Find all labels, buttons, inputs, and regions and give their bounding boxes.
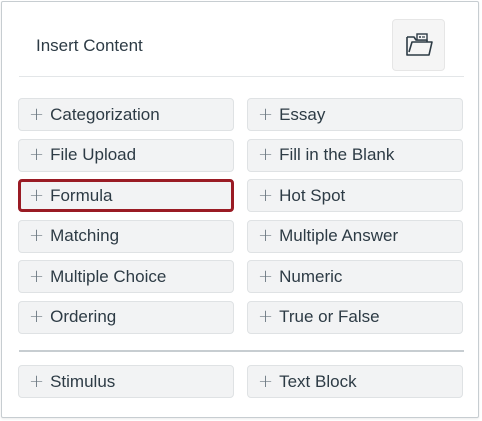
add-fill-in-the-blank-button[interactable]: + Fill in the Blank xyxy=(247,138,463,172)
content-type-label: True or False xyxy=(279,307,380,326)
plus-icon: + xyxy=(258,370,274,392)
add-categorization-button[interactable]: + Categorization xyxy=(18,98,234,131)
panel-title: Insert Content xyxy=(36,36,143,55)
content-type-label: Essay xyxy=(279,104,326,124)
add-file-upload-button[interactable]: + File Upload xyxy=(18,138,234,172)
plus-icon: + xyxy=(29,184,45,206)
content-type-label: Fill in the Blank xyxy=(279,145,395,164)
add-stimulus-button[interactable]: + Stimulus xyxy=(18,365,234,398)
plus-icon: + xyxy=(29,144,45,165)
content-type-label: File Upload xyxy=(50,145,137,164)
folder-icon xyxy=(405,33,433,56)
section-divider xyxy=(19,350,464,352)
add-hot-spot-button[interactable]: + Hot Spot xyxy=(247,179,463,212)
plus-icon: + xyxy=(258,144,274,165)
content-type-label: Ordering xyxy=(50,307,117,326)
plus-icon: + xyxy=(29,306,45,327)
add-text-block-button[interactable]: + Text Block xyxy=(247,365,463,398)
add-matching-button[interactable]: + Matching xyxy=(18,219,234,253)
plus-icon: + xyxy=(258,306,274,327)
add-essay-button[interactable]: + Essay xyxy=(247,98,463,131)
content-type-label: Multiple Answer xyxy=(279,226,399,245)
plus-icon: + xyxy=(258,225,274,246)
content-type-label: Stimulus xyxy=(50,371,116,391)
add-multiple-answer-button[interactable]: + Multiple Answer xyxy=(247,219,463,253)
add-formula-button[interactable]: + Formula xyxy=(18,179,234,212)
content-type-label: Categorization xyxy=(50,104,160,124)
content-type-label: Numeric xyxy=(279,266,343,286)
content-type-label: Formula xyxy=(50,185,113,205)
plus-icon: + xyxy=(29,265,45,287)
plus-icon: + xyxy=(29,225,45,246)
plus-icon: + xyxy=(258,265,274,287)
open-question-bank-button[interactable] xyxy=(392,19,445,71)
plus-icon: + xyxy=(258,103,274,125)
plus-icon: + xyxy=(29,103,45,125)
add-numeric-button[interactable]: + Numeric xyxy=(247,260,463,293)
content-type-label: Hot Spot xyxy=(279,185,346,205)
content-type-label: Matching xyxy=(50,226,120,245)
add-multiple-choice-button[interactable]: + Multiple Choice xyxy=(18,260,234,293)
plus-icon: + xyxy=(258,184,274,206)
add-true-or-false-button[interactable]: + True or False xyxy=(247,300,463,334)
insert-content-panel: Insert Content + Categorization + Essay + Fil… xyxy=(1,1,479,418)
add-ordering-button[interactable]: + Ordering xyxy=(18,300,234,334)
plus-icon: + xyxy=(29,370,45,392)
content-type-label: Text Block xyxy=(279,371,357,391)
header-divider xyxy=(19,76,464,77)
content-type-label: Multiple Choice xyxy=(50,266,167,286)
